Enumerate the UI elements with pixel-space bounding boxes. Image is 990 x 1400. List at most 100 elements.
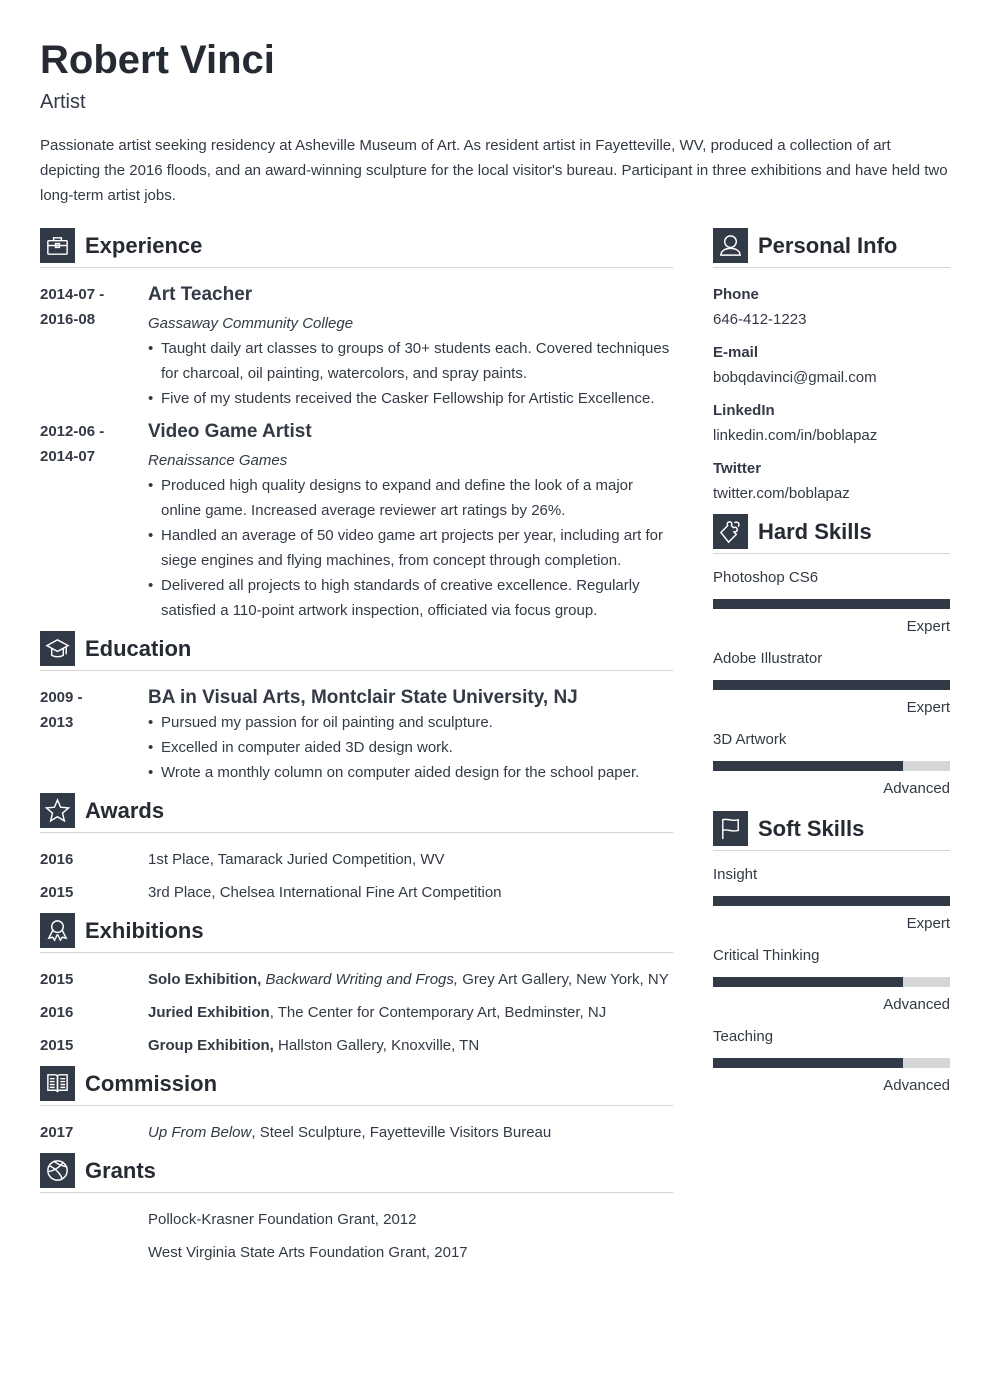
skill-item: Critical Thinking Advanced: [713, 946, 950, 1015]
personal-info-list: Phone 646-412-1223 E-mail bobqdavinci@gmail…: [713, 282, 950, 506]
awards-section: Awards 2016 1st Place, Tamarack Juried Co…: [40, 793, 673, 905]
commission-title: Up From Below: [148, 1124, 252, 1141]
summary: Passionate artist seeking residency at A…: [40, 137, 948, 204]
skill-item: 3D Artwork Advanced: [713, 730, 950, 799]
exhibition-title: Backward Writing and Frogs,: [261, 971, 459, 988]
date-end: 2013: [40, 714, 74, 731]
exhibition-entry: 2015 Solo Exhibition, Backward Writing an…: [40, 967, 673, 992]
person-icon: [713, 228, 748, 263]
award-year: 2015: [40, 884, 74, 901]
bullet-item: Produced high quality designs to expand …: [148, 473, 673, 523]
exhibitions-list: 2015 Solo Exhibition, Backward Writing an…: [40, 967, 673, 1058]
skill-bar: [713, 599, 950, 609]
section-title: Personal Info: [758, 233, 898, 258]
section-header: Soft Skills: [713, 811, 950, 851]
section-header: Commission: [40, 1066, 673, 1106]
exhibition-venue: Grey Art Gallery, New York, NY: [458, 971, 669, 988]
commission-year: 2017: [40, 1124, 74, 1141]
skill-bar: [713, 1058, 950, 1068]
info-label: LinkedIn: [713, 402, 775, 419]
section-header: Exhibitions: [40, 913, 673, 953]
info-value[interactable]: linkedin.com/in/boblapaz: [713, 423, 950, 448]
experience-entry: 2012-06 - 2014-07 Video Game Artist Renaiss…: [40, 419, 673, 623]
commission-details: , Steel Sculpture, Fayetteville Visitors…: [251, 1124, 552, 1141]
soft-skills-section: Soft Skills Insight Expert Critical Thinki…: [713, 811, 950, 1096]
bullet-item: Delivered all projects to high standards…: [148, 573, 673, 623]
section-title: Education: [85, 636, 192, 661]
skill-bar: [713, 761, 950, 771]
graduation-cap-icon: [40, 631, 75, 666]
date-range: 2014-07 - 2016-08: [40, 282, 148, 411]
grant-entry: Pollock-Krasner Foundation Grant, 2012: [40, 1207, 673, 1232]
info-label: Twitter: [713, 460, 762, 477]
skill-name: Adobe Illustrator: [713, 650, 823, 667]
section-header: Education: [40, 631, 673, 671]
skill-level: Expert: [906, 699, 950, 716]
award-entry: 2016 1st Place, Tamarack Juried Competiti…: [40, 847, 673, 872]
commission-list: 2017 Up From Below, Steel Sculpture, Faye…: [40, 1120, 673, 1145]
exhibition-year: 2015: [40, 971, 74, 988]
puzzle-icon: [713, 514, 748, 549]
skill-bar-fill: [713, 599, 950, 609]
candidate-name: Robert Vinci: [40, 38, 275, 82]
section-header: Hard Skills: [713, 514, 950, 554]
info-label: E-mail: [713, 344, 759, 361]
experience-section: Experience 2014-07 - 2016-08 Art Teacher Ga…: [40, 228, 673, 623]
section-title: Soft Skills: [758, 816, 865, 841]
skill-item: Insight Expert: [713, 865, 950, 934]
section-title: Exhibitions: [85, 918, 204, 943]
company-name: Gassaway Community College: [148, 315, 354, 332]
exhibition-venue: , The Center for Contemporary Art, Bedmi…: [269, 1004, 607, 1021]
date-start: 2012-06 -: [40, 423, 105, 440]
award-text: 1st Place, Tamarack Juried Competition, …: [148, 851, 445, 868]
info-value[interactable]: 646-412-1223: [713, 307, 950, 332]
soft-skills-list: Insight Expert Critical Thinking Advanced Te…: [713, 865, 950, 1096]
section-header: Grants: [40, 1153, 673, 1193]
section-title: Hard Skills: [758, 519, 872, 544]
entry-body: BA in Visual Arts, Montclair State Unive…: [148, 685, 673, 785]
education-entry: 2009 - 2013 BA in Visual Arts, Montclair S…: [40, 685, 673, 785]
entry-body: Art Teacher Gassaway Community College Tau…: [148, 282, 673, 411]
bullet-item: Excelled in computer aided 3D design wor…: [148, 735, 673, 760]
grants-list: Pollock-Krasner Foundation Grant, 2012 We…: [40, 1207, 673, 1265]
bullet-item: Wrote a monthly column on computer aided…: [148, 760, 673, 785]
exhibition-entry: 2016 Juried Exhibition, The Center for Co…: [40, 1000, 673, 1025]
hard-skills-list: Photoshop CS6 Expert Adobe Illustrator Expe…: [713, 568, 950, 799]
skill-item: Photoshop CS6 Expert: [713, 568, 950, 637]
award-text: 3rd Place, Chelsea International Fine Ar…: [148, 884, 502, 901]
candidate-title: Artist: [40, 91, 86, 113]
award-year: 2016: [40, 851, 74, 868]
skill-name: Teaching: [713, 1028, 774, 1045]
bullet-item: Five of my students received the Casker …: [148, 386, 673, 411]
grants-section: Grants Pollock-Krasner Foundation Grant,…: [40, 1153, 673, 1265]
skill-name: Insight: [713, 866, 758, 883]
grant-date-spacer: [40, 1207, 148, 1232]
star-icon: [40, 793, 75, 828]
skill-level: Expert: [906, 618, 950, 635]
exhibition-year: 2016: [40, 1004, 74, 1021]
entry-body: Video Game Artist Renaissance Games Produc…: [148, 419, 673, 623]
bullet-list: Pursued my passion for oil painting and …: [148, 710, 673, 785]
section-title: Awards: [85, 798, 165, 823]
personal-info-section: Personal Info Phone 646-412-1223 E-mail bob…: [713, 228, 950, 506]
skill-bar: [713, 977, 950, 987]
awards-list: 2016 1st Place, Tamarack Juried Competiti…: [40, 847, 673, 905]
exhibition-type: Group Exhibition,: [148, 1037, 274, 1054]
education-section: Education 2009 - 2013 BA in Visual Arts, M…: [40, 631, 673, 785]
skill-item: Adobe Illustrator Expert: [713, 649, 950, 718]
exhibition-type: Juried Exhibition: [148, 1004, 270, 1021]
exhibition-type: Solo Exhibition,: [148, 971, 262, 988]
skill-level: Advanced: [883, 780, 950, 797]
date-end: 2014-07: [40, 448, 96, 465]
skill-bar-fill: [713, 977, 903, 987]
info-value[interactable]: bobqdavinci@gmail.com: [713, 365, 950, 390]
info-value[interactable]: twitter.com/boblapaz: [713, 481, 950, 506]
skill-item: Teaching Advanced: [713, 1027, 950, 1096]
section-header: Awards: [40, 793, 673, 833]
ribbon-icon: [40, 913, 75, 948]
globe-icon: [40, 1153, 75, 1188]
skill-name: Critical Thinking: [713, 947, 820, 964]
grant-text: Pollock-Krasner Foundation Grant, 2012: [148, 1211, 417, 1228]
hard-skills-section: Hard Skills Photoshop CS6 Expert Adobe Ill…: [713, 514, 950, 799]
briefcase-icon: [40, 228, 75, 263]
